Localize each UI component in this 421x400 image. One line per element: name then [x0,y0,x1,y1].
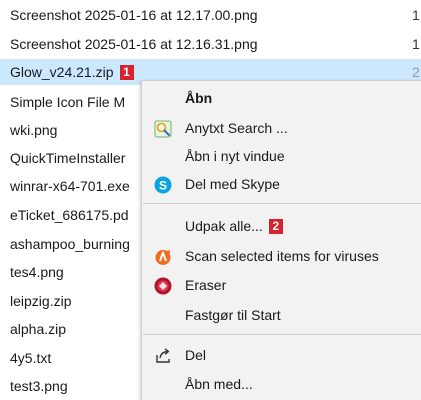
menu-separator [143,203,421,204]
menu-item-label: Eraser [185,277,227,293]
menu-item-open-new-window[interactable]: Åbn i nyt vindue [142,142,421,170]
menu-item-label: Åbn i nyt vindue [185,148,285,164]
menu-item-anytxt-search[interactable]: Anytxt Search ... [142,114,421,142]
file-name: Screenshot 2025-01-16 at 12.16.31.png [10,36,258,52]
share-icon [154,346,172,364]
menu-item-label: Fastgør til Start [185,307,281,323]
menu-item-share-skype[interactable]: S Del med Skype [142,170,421,198]
anytxt-search-icon [154,119,172,138]
menu-item-eraser[interactable]: Eraser [142,271,421,299]
file-name: test3.png [10,378,68,394]
step-badge: 2 [268,218,283,234]
menu-item-label: Udpak alle... 2 [185,212,283,240]
file-name: eTicket_686175.pd [10,207,129,223]
skype-icon: S [154,175,172,194]
file-size: 1 [412,36,420,52]
menu-item-extract-all[interactable]: Udpak alle... 2 [142,212,421,240]
eraser-icon [154,276,172,295]
file-name-text: Glow_v24.21.zip [10,64,114,80]
menu-item-scan-viruses[interactable]: Scan selected items for viruses [142,242,421,270]
step-badge: 1 [119,64,134,80]
context-menu: Åbn Anytxt Search ... Åbn i nyt vindue S… [141,80,421,400]
avast-icon [154,247,172,265]
file-row[interactable]: Screenshot 2025-01-16 at 12.17.00.png 1 [0,2,421,28]
file-name: winrar-x64-701.exe [10,178,130,194]
svg-text:S: S [159,179,167,193]
extract-all-label: Udpak alle... [185,218,263,234]
menu-item-label: Åbn [185,90,213,106]
file-name: wki.png [10,122,58,138]
file-size: 1 [412,7,420,23]
menu-item-label: Anytxt Search ... [185,120,288,136]
menu-separator [143,334,421,335]
menu-item-label: Scan selected items for viruses [185,248,379,264]
file-name: QuickTimeInstaller [10,150,126,166]
file-name: tes4.png [10,264,64,280]
file-name: ashampoo_burning [10,236,130,252]
file-name: Simple Icon File M [10,94,126,110]
menu-item-label: Del [185,347,207,363]
file-name: Screenshot 2025-01-16 at 12.17.00.png [10,7,258,23]
file-name: leipzig.zip [10,293,72,309]
menu-item-open-with[interactable]: Åbn med... [142,370,421,398]
menu-item-label: Del med Skype [185,176,280,192]
menu-item-share[interactable]: Del [142,341,421,369]
file-name: Glow_v24.21.zip 1 [10,59,134,85]
file-row[interactable]: Screenshot 2025-01-16 at 12.16.31.png 1 [0,31,421,57]
menu-item-open[interactable]: Åbn [142,84,421,112]
menu-item-label: Åbn med... [185,376,253,392]
file-name: alpha.zip [10,321,67,337]
file-name: 4y5.txt [10,350,52,366]
menu-item-pin-start[interactable]: Fastgør til Start [142,301,421,329]
